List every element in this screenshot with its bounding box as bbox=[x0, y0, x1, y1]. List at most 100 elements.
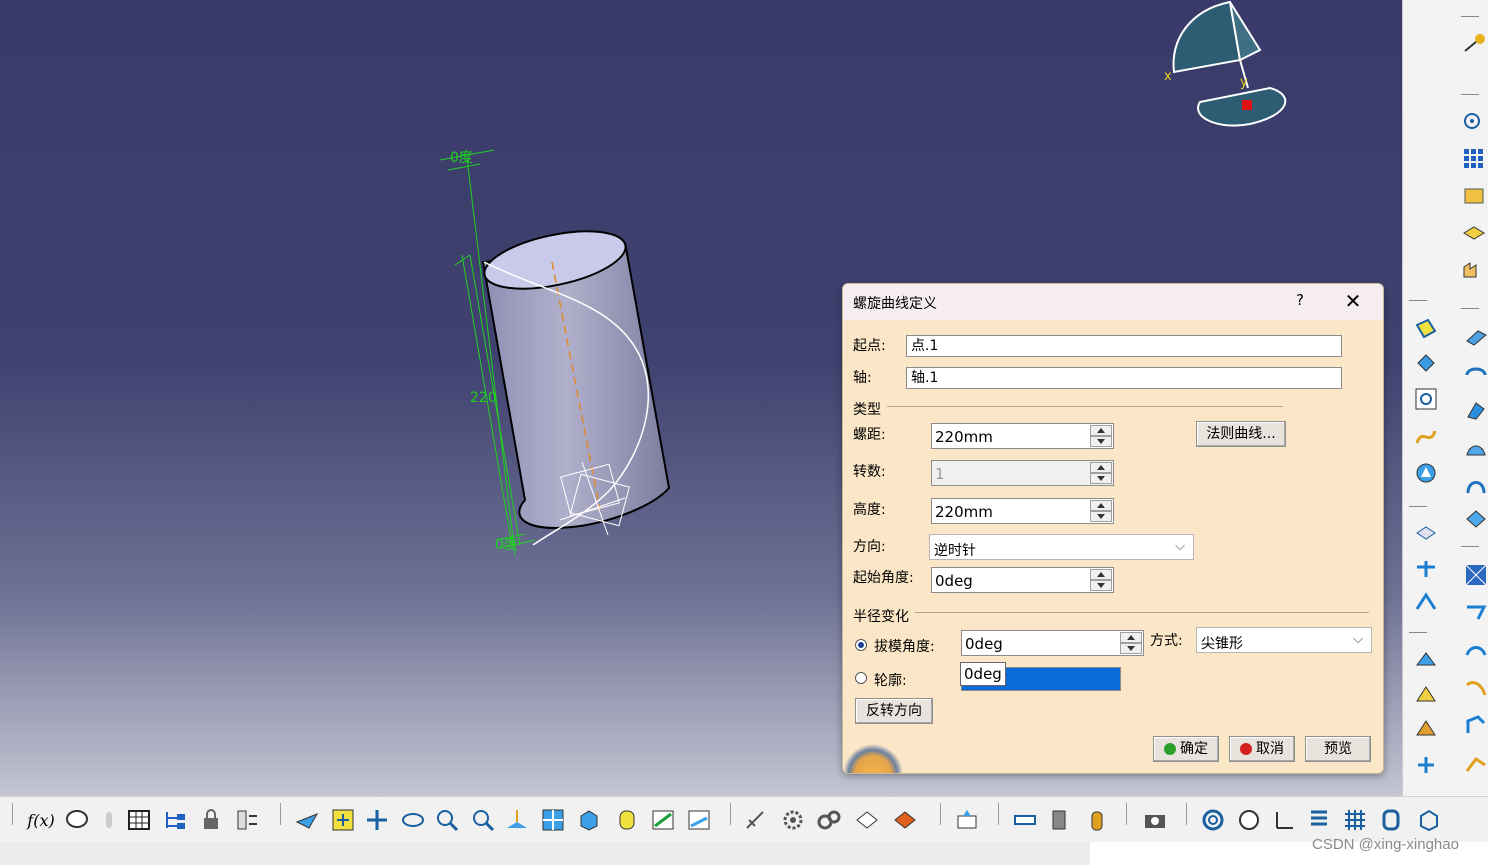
draft-angle-down-button[interactable] bbox=[1120, 643, 1142, 654]
fly-mode-icon[interactable] bbox=[292, 805, 322, 835]
parameters-icon[interactable] bbox=[232, 805, 262, 835]
draft-analysis-icon[interactable] bbox=[890, 805, 920, 835]
split-icon[interactable] bbox=[1413, 556, 1439, 582]
height-value[interactable]: 220mm bbox=[935, 503, 993, 521]
spiral-icon[interactable] bbox=[1198, 805, 1228, 835]
blend-icon[interactable] bbox=[1463, 506, 1488, 532]
factory-icon[interactable] bbox=[1461, 256, 1487, 282]
multi-view-icon[interactable] bbox=[538, 805, 568, 835]
mode-select[interactable]: 尖锥形 ⌵ bbox=[1196, 627, 1372, 653]
trim-icon[interactable] bbox=[1413, 590, 1439, 616]
translate-icon[interactable] bbox=[1463, 598, 1488, 624]
circle-icon[interactable] bbox=[1413, 386, 1439, 412]
cancel-button[interactable]: 取消 bbox=[1229, 736, 1295, 762]
pitch-value[interactable]: 220mm bbox=[935, 428, 993, 446]
loft-icon[interactable] bbox=[1463, 472, 1488, 498]
formula-icon[interactable]: f(x) bbox=[26, 805, 56, 835]
extrapolate-icon[interactable] bbox=[1463, 674, 1488, 700]
dialog-corner-graphic bbox=[843, 734, 903, 773]
gear-icon[interactable] bbox=[778, 805, 808, 835]
start-point-field[interactable]: 点.1 bbox=[906, 335, 1342, 357]
draft-angle-value[interactable]: 0deg bbox=[965, 635, 1003, 653]
direction-select[interactable]: 逆时针 ⌵ bbox=[929, 534, 1194, 560]
affinity-icon[interactable] bbox=[1413, 716, 1439, 742]
start-angle-value[interactable]: 0deg bbox=[935, 572, 973, 590]
swap-space-icon[interactable] bbox=[684, 805, 714, 835]
height-down-button[interactable] bbox=[1090, 511, 1112, 522]
axis-system-icon[interactable] bbox=[1413, 752, 1439, 778]
tree-icon[interactable] bbox=[160, 805, 190, 835]
extract-icon[interactable] bbox=[1413, 646, 1439, 672]
hand-icon[interactable] bbox=[1234, 805, 1264, 835]
draft-angle-radio[interactable] bbox=[855, 639, 867, 651]
mode-value: 尖锥形 bbox=[1201, 636, 1243, 652]
grid-icon[interactable] bbox=[1461, 146, 1487, 172]
offset-icon[interactable] bbox=[1463, 638, 1488, 664]
grid-snap-icon[interactable] bbox=[1340, 805, 1370, 835]
hide-show-icon[interactable] bbox=[648, 805, 678, 835]
revolve-icon[interactable] bbox=[1463, 360, 1488, 386]
surface-tool-icon[interactable] bbox=[1461, 184, 1487, 210]
pan-icon[interactable] bbox=[362, 805, 392, 835]
repetition-icon[interactable] bbox=[1463, 752, 1488, 778]
symmetry-icon[interactable] bbox=[1413, 682, 1439, 708]
iso-view-icon[interactable] bbox=[574, 805, 604, 835]
zoom-out-icon[interactable] bbox=[468, 805, 498, 835]
lock-icon[interactable] bbox=[196, 805, 226, 835]
dialog-title-bar[interactable]: 螺旋曲线定义 ? ✕ bbox=[843, 284, 1383, 320]
comment-icon[interactable] bbox=[62, 805, 92, 835]
start-angle-up-button[interactable] bbox=[1090, 569, 1112, 580]
pitch-up-button[interactable] bbox=[1090, 425, 1112, 436]
shading-icon[interactable] bbox=[612, 805, 642, 835]
spline-icon[interactable] bbox=[1413, 424, 1439, 450]
pitch-spinner[interactable]: 220mm bbox=[931, 423, 1114, 449]
draft-angle-up-button[interactable] bbox=[1120, 632, 1142, 643]
ruler-icon[interactable] bbox=[1010, 805, 1040, 835]
join-icon[interactable] bbox=[1413, 520, 1439, 546]
cylinder-view-icon[interactable] bbox=[1376, 805, 1406, 835]
sketch-icon[interactable] bbox=[1461, 30, 1487, 56]
law-curve-button[interactable]: 法则曲线... bbox=[1196, 421, 1286, 447]
plane-icon[interactable] bbox=[1413, 316, 1439, 342]
pattern-icon[interactable] bbox=[1463, 562, 1488, 588]
table-icon[interactable] bbox=[124, 805, 154, 835]
pitch-down-button[interactable] bbox=[1090, 436, 1112, 447]
extrude-icon[interactable] bbox=[1463, 324, 1488, 350]
height-up-button[interactable] bbox=[1090, 500, 1112, 511]
preview-button[interactable]: 预览 bbox=[1305, 736, 1371, 762]
measure-inertia-icon[interactable] bbox=[1082, 805, 1112, 835]
height-spinner[interactable]: 220mm bbox=[931, 498, 1114, 524]
axis-field[interactable]: 轴.1 bbox=[906, 367, 1342, 389]
reverse-direction-button[interactable]: 反转方向 bbox=[855, 698, 933, 724]
fit-all-icon[interactable] bbox=[328, 805, 358, 835]
compass-widget[interactable]: x y bbox=[1160, 0, 1300, 135]
sweep-icon[interactable] bbox=[1463, 398, 1488, 424]
camera-icon[interactable] bbox=[1140, 805, 1170, 835]
draft-angle-spinner[interactable]: 0deg bbox=[961, 630, 1144, 656]
spec-tree-icon[interactable] bbox=[1304, 805, 1334, 835]
help-button[interactable]: ? bbox=[1288, 291, 1312, 313]
analysis-icon[interactable] bbox=[852, 805, 882, 835]
normal-view-icon[interactable] bbox=[502, 805, 532, 835]
start-angle-down-button[interactable] bbox=[1090, 580, 1112, 591]
light-icon[interactable] bbox=[94, 805, 124, 835]
measure-item-icon[interactable] bbox=[1046, 805, 1076, 835]
scale-icon[interactable] bbox=[1463, 712, 1488, 738]
zoom-in-icon[interactable] bbox=[432, 805, 462, 835]
apply-material-icon[interactable] bbox=[952, 805, 982, 835]
fill-icon[interactable] bbox=[1463, 436, 1488, 462]
box-view-icon[interactable] bbox=[1414, 805, 1444, 835]
rotate-surface-icon[interactable] bbox=[1413, 350, 1439, 376]
axis-icon[interactable] bbox=[1270, 805, 1300, 835]
point-icon[interactable] bbox=[1461, 108, 1487, 134]
measure-icon[interactable] bbox=[740, 805, 770, 835]
helix-tool-icon[interactable] bbox=[1413, 460, 1439, 486]
rotate-icon[interactable] bbox=[398, 805, 428, 835]
close-button[interactable]: ✕ bbox=[1337, 289, 1369, 315]
profile-radio[interactable] bbox=[855, 672, 867, 684]
start-angle-spinner[interactable]: 0deg bbox=[931, 567, 1114, 593]
start-point-label: 起点: bbox=[853, 338, 886, 354]
ok-button[interactable]: 确定 bbox=[1153, 736, 1219, 762]
layers-icon[interactable] bbox=[1461, 220, 1487, 246]
gears-icon[interactable] bbox=[814, 805, 844, 835]
